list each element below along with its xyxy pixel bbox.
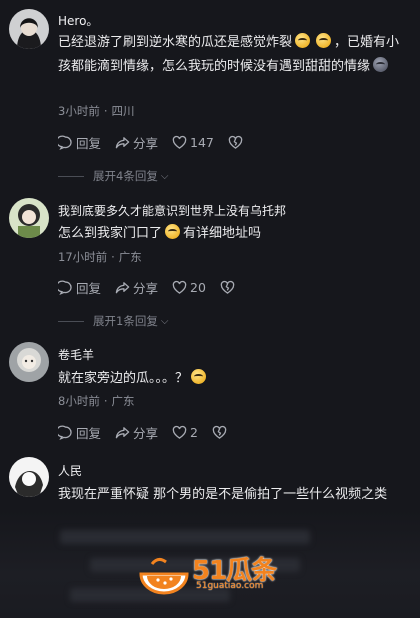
reply-bubble-icon (58, 134, 72, 150)
reply-label: 回复 (76, 425, 102, 441)
emoji-icon (295, 33, 311, 48)
comment-text: 已经退游了刷到逆水寒的瓜还是感觉炸裂 ，已婚有小孩都能滴到情缘，怎么我玩的时候没有… (58, 31, 410, 79)
share-label: 分享 (133, 280, 159, 296)
like-count: 2 (190, 424, 198, 440)
like-button[interactable]: 147 (172, 135, 214, 150)
comment-location: 广东 (118, 250, 142, 264)
meta-separator: · (103, 394, 108, 408)
reply-label: 回复 (76, 135, 102, 151)
comment-time: 3小时前 (58, 104, 100, 118)
reply-button[interactable]: 回复 (58, 423, 101, 442)
expand-replies[interactable]: 展开1条回复 ⌵ (58, 313, 258, 329)
share-button[interactable]: 分享 (115, 278, 158, 297)
expand-replies-label: 展开1条回复 (93, 314, 158, 328)
expand-replies-label: 展开4条回复 (93, 169, 158, 183)
comment-text: 就在家旁边的瓜。。。？ (58, 367, 410, 391)
share-arrow-icon (115, 281, 130, 293)
blurred-bar (60, 530, 310, 544)
divider-line (58, 320, 84, 322)
avatar[interactable] (9, 457, 49, 497)
comment-time: 8小时前 (58, 394, 100, 408)
watermark-url: 51guatiao.com (196, 581, 264, 591)
heart-icon (172, 425, 187, 439)
reply-button[interactable]: 回复 (58, 133, 101, 152)
comment-text-part: 怎么到我家门口了 (58, 226, 163, 241)
heart-icon (172, 135, 187, 149)
emoji-icon (191, 369, 207, 384)
avatar[interactable] (9, 9, 49, 49)
dislike-button[interactable] (220, 280, 238, 295)
reply-label: 回复 (76, 280, 102, 296)
chevron-down-icon: ⌵ (160, 315, 169, 327)
reply-button[interactable]: 回复 (58, 278, 101, 297)
comment-author[interactable]: 我到底要多久才能意识到世界上没有乌托邦 (58, 202, 286, 219)
comment-meta: 3小时前 · 四川 (58, 103, 134, 119)
share-arrow-icon (115, 426, 130, 438)
comment-author[interactable]: 卷毛羊 (58, 346, 94, 363)
comment-time: 17小时前 (58, 250, 108, 264)
emoji-icon (165, 224, 181, 239)
watermelon-logo-icon (139, 557, 189, 595)
meta-separator: · (111, 250, 115, 264)
like-button[interactable]: 2 (172, 425, 198, 440)
heart-icon (172, 280, 187, 294)
reply-bubble-icon (58, 424, 72, 440)
dislike-button[interactable] (228, 135, 246, 150)
comment-actions: 回复 分享 20 (58, 278, 238, 296)
comment-actions: 回复 分享 2 (58, 423, 230, 441)
comment-meta: 17小时前 · 广东 (58, 249, 142, 265)
comment-location: 广东 (111, 394, 135, 408)
comment-text: 怎么到我家门口了 有详细地址吗 (58, 222, 410, 246)
comment-text-part: 已经退游了刷到逆水寒的瓜还是感觉炸裂 (58, 35, 293, 50)
share-arrow-icon (115, 136, 130, 148)
comment-author[interactable]: 人民 (58, 462, 82, 479)
broken-heart-icon (220, 280, 235, 294)
comment-location: 四川 (111, 104, 135, 118)
comment-text-part: 就在家旁边的瓜。。。？ (58, 371, 189, 386)
share-label: 分享 (133, 135, 159, 151)
comment-actions: 回复 分享 147 (58, 133, 246, 151)
avatar[interactable] (9, 342, 49, 382)
like-button[interactable]: 20 (172, 280, 206, 295)
reply-bubble-icon (58, 279, 72, 295)
broken-heart-icon (228, 135, 243, 149)
broken-heart-icon (212, 425, 227, 439)
site-watermark: 51瓜条 51guatiao.com (138, 550, 288, 598)
like-count: 20 (190, 279, 206, 295)
emoji-icon (373, 57, 389, 72)
divider-line (58, 175, 84, 177)
expand-replies[interactable]: 展开4条回复 ⌵ (58, 168, 258, 184)
comment-text-part: 有详细地址吗 (183, 226, 262, 241)
like-count: 147 (190, 134, 214, 150)
comment-author[interactable]: Hero。 (58, 12, 98, 29)
share-button[interactable]: 分享 (115, 423, 158, 442)
meta-separator: · (103, 104, 108, 118)
avatar[interactable] (9, 198, 49, 238)
chevron-down-icon: ⌵ (160, 170, 169, 182)
share-label: 分享 (133, 425, 159, 441)
emoji-icon (316, 33, 332, 48)
dislike-button[interactable] (212, 425, 230, 440)
share-button[interactable]: 分享 (115, 133, 158, 152)
comment-meta: 8小时前 · 广东 (58, 393, 134, 409)
